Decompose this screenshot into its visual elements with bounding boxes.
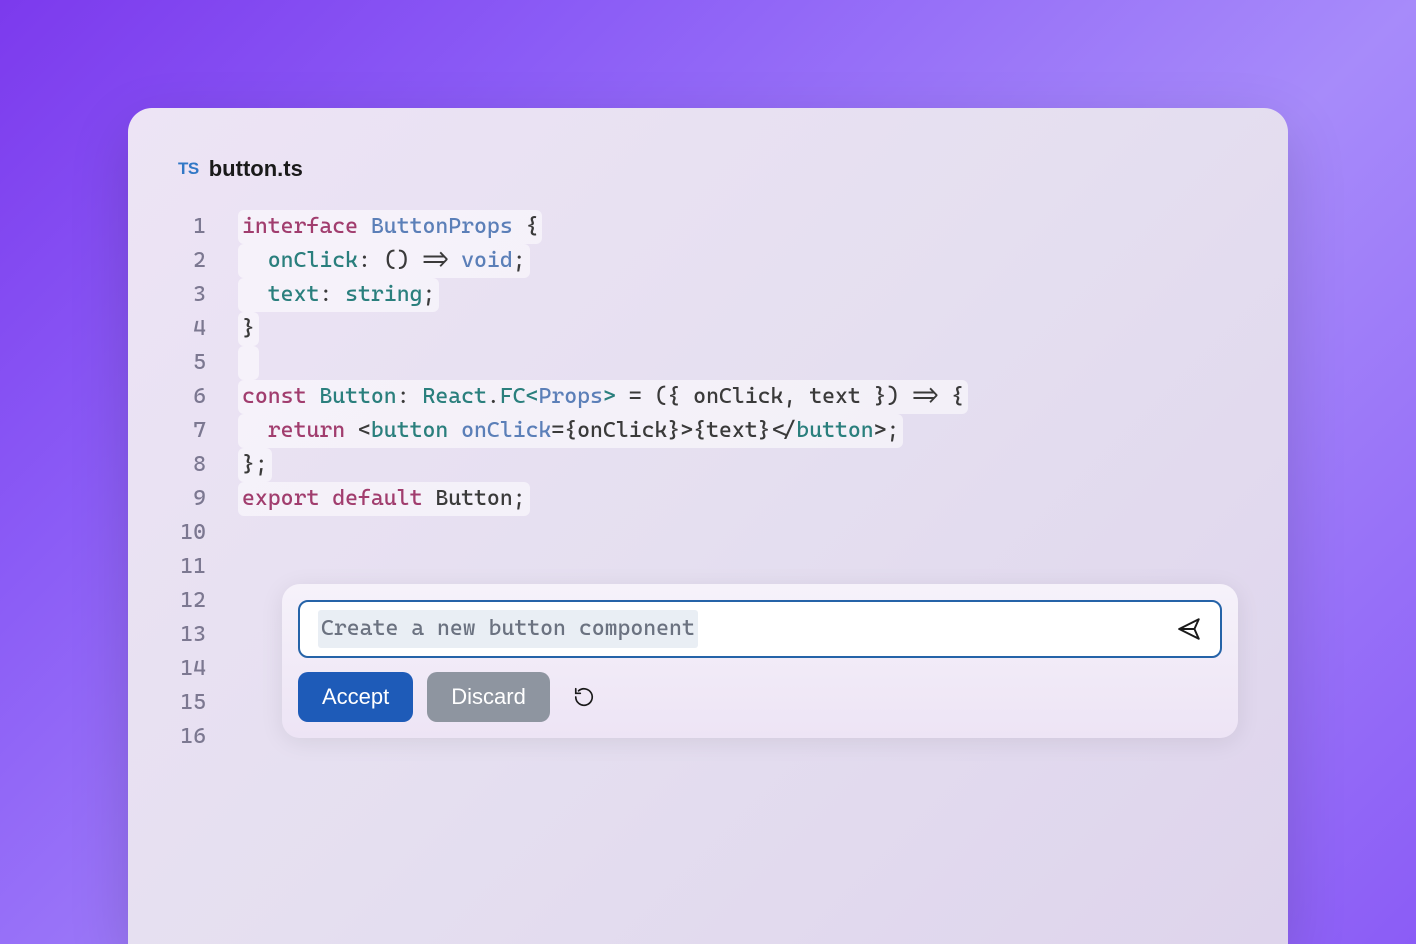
ai-input-wrapper[interactable]: Create a new button component	[298, 600, 1222, 658]
line-number: 4	[178, 312, 206, 346]
line-number: 3	[178, 278, 206, 312]
file-header: TS button.ts	[178, 156, 1238, 182]
code-line[interactable]	[242, 346, 1238, 380]
code-line[interactable]: const Button: React.FC<Props> = ({ onCli…	[242, 380, 1238, 414]
filename-label: button.ts	[209, 156, 303, 182]
line-number: 12	[178, 584, 206, 618]
line-number: 7	[178, 414, 206, 448]
line-number: 11	[178, 550, 206, 584]
line-number: 9	[178, 482, 206, 516]
line-number: 10	[178, 516, 206, 550]
code-line[interactable]: }	[242, 312, 1238, 346]
discard-button[interactable]: Discard	[427, 672, 550, 722]
code-line[interactable]: export default Button;	[242, 482, 1238, 516]
ai-suggestion-panel: Create a new button component Accept Dis…	[282, 584, 1238, 738]
line-number: 1	[178, 210, 206, 244]
refresh-icon[interactable]	[572, 685, 596, 709]
code-line[interactable]: };	[242, 448, 1238, 482]
code-line[interactable]: text: string;	[242, 278, 1238, 312]
send-icon[interactable]	[1176, 616, 1202, 642]
code-line[interactable]: onClick: () => void;	[242, 244, 1238, 278]
code-line[interactable]: return <button onClick={onClick}>{text}<…	[242, 414, 1238, 448]
line-number: 5	[178, 346, 206, 380]
line-number: 13	[178, 618, 206, 652]
line-number: 2	[178, 244, 206, 278]
line-number: 15	[178, 686, 206, 720]
line-number-gutter: 12345678910111213141516	[178, 210, 218, 754]
code-content[interactable]: interface ButtonProps { onClick: () => v…	[218, 210, 1238, 754]
line-number: 6	[178, 380, 206, 414]
ai-prompt-input[interactable]: Create a new button component	[318, 610, 698, 648]
code-area[interactable]: 12345678910111213141516 interface Button…	[178, 210, 1238, 754]
code-line[interactable]: interface ButtonProps {	[242, 210, 1238, 244]
line-number: 8	[178, 448, 206, 482]
ai-button-row: Accept Discard	[298, 672, 1222, 722]
accept-button[interactable]: Accept	[298, 672, 413, 722]
line-number: 16	[178, 720, 206, 754]
line-number: 14	[178, 652, 206, 686]
editor-window: TS button.ts 12345678910111213141516 int…	[128, 108, 1288, 944]
typescript-badge-icon: TS	[178, 159, 199, 179]
